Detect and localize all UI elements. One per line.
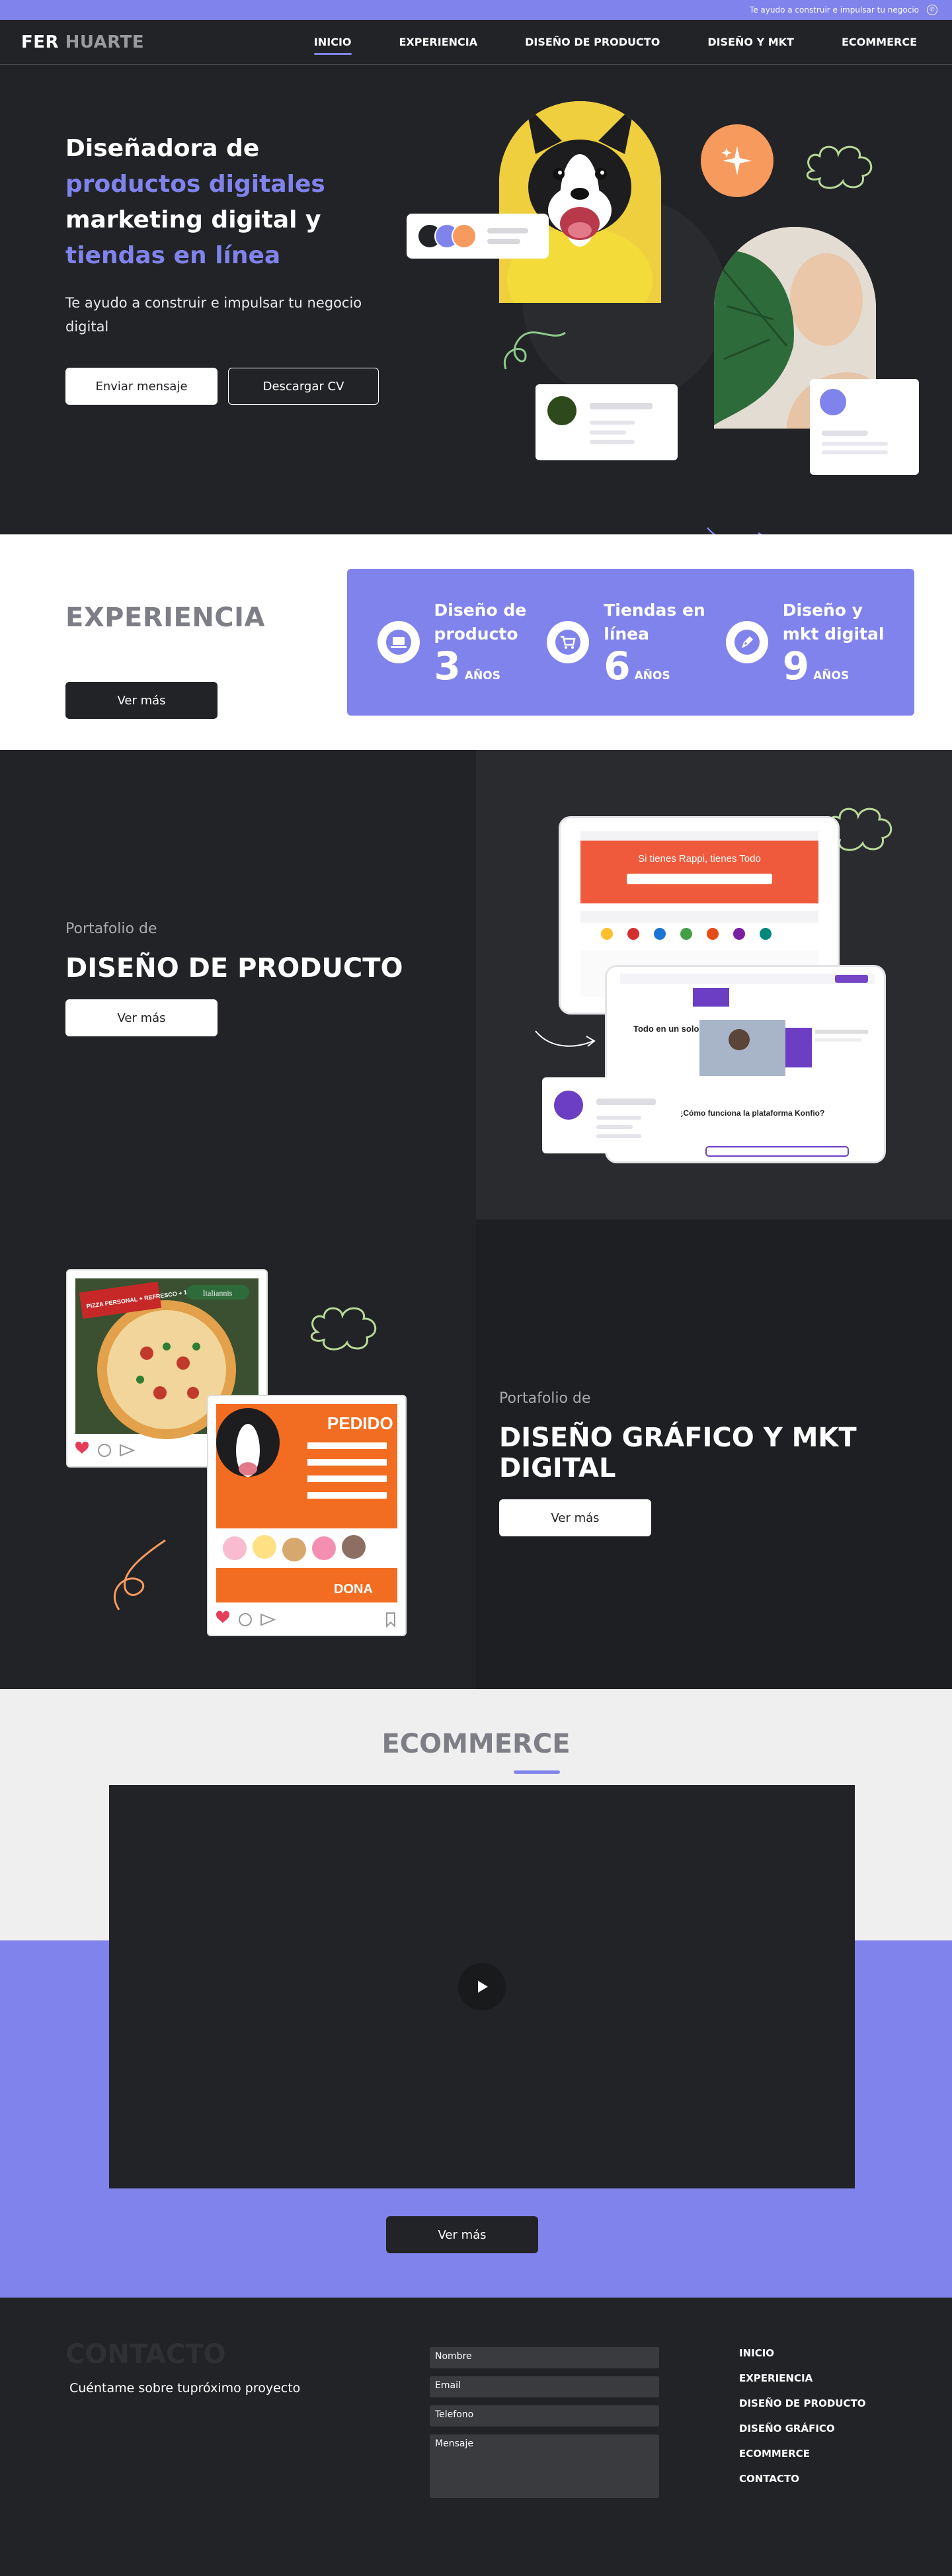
hero-text: Diseñadora de productos digitales market… bbox=[65, 131, 409, 405]
swatch-orange bbox=[452, 224, 477, 249]
stat-unit: AÑOS bbox=[813, 669, 850, 683]
logo-first: FER bbox=[21, 32, 60, 52]
email-field[interactable]: Email bbox=[430, 2376, 659, 2397]
product-design-section: Portafolio de DISEÑO DE PRODUCTO Ver más… bbox=[0, 750, 952, 1220]
profile-card-purple bbox=[542, 1077, 681, 1153]
stat-years: 3 bbox=[434, 644, 461, 688]
graphic-more-button[interactable]: Ver más bbox=[499, 1499, 651, 1536]
graphic-design-section: PIZZA PERSONAL + REFRESCO + 1 JUGUETE It… bbox=[0, 1220, 952, 1689]
laptop-icon bbox=[377, 621, 420, 663]
mock2-question: ¿Cómo funciona la plataforma Konfio? bbox=[678, 1108, 824, 1118]
ecommerce-title: ECOMMERCE bbox=[381, 1729, 571, 1759]
hero-line-4: tiendas en línea bbox=[65, 242, 281, 269]
squiggle-doodle-icon bbox=[114, 1539, 166, 1610]
hero-line-1: Diseñadora de bbox=[65, 135, 260, 162]
hero-section: Diseñadora de productos digitales market… bbox=[0, 65, 952, 544]
footer-link-ecommerce[interactable]: ECOMMERCE bbox=[739, 2448, 865, 2460]
ecommerce-section: ECOMMERCE Ver más bbox=[0, 1689, 952, 2298]
stat-label: línea bbox=[604, 624, 650, 644]
graphic-mockups: PIZZA PERSONAL + REFRESCO + 1 JUGUETE It… bbox=[0, 1220, 476, 1689]
title-underline bbox=[514, 1770, 560, 1774]
hero-title: Diseñadora de productos digitales market… bbox=[65, 131, 409, 274]
top-promo-bar: Te ayudo a construir e impulsar tu negoc… bbox=[0, 0, 952, 20]
graphic-title: DISEÑO GRÁFICO Y MKT DIGITAL bbox=[499, 1423, 857, 1483]
stat-label: mkt digital bbox=[782, 624, 885, 644]
phone-field[interactable]: Telefono bbox=[430, 2405, 659, 2427]
stat-label: Diseño y bbox=[782, 601, 863, 620]
nav-item-diseno-mkt[interactable]: DISEÑO Y MKT bbox=[707, 33, 794, 51]
message-field[interactable]: Mensaje bbox=[430, 2434, 659, 2498]
whatsapp-icon[interactable]: ✆ bbox=[927, 5, 937, 15]
experience-more-button[interactable]: Ver más bbox=[65, 682, 218, 719]
donut-footer: DONA bbox=[334, 1582, 373, 1597]
play-icon[interactable] bbox=[458, 1963, 506, 2011]
color-palette-card bbox=[407, 214, 549, 259]
download-cv-button[interactable]: Descargar CV bbox=[228, 368, 379, 405]
footer-link-diseno-producto[interactable]: DISEÑO DE PRODUCTO bbox=[739, 2397, 865, 2409]
product-more-button[interactable]: Ver más bbox=[65, 999, 218, 1036]
stat-years: 6 bbox=[604, 644, 631, 688]
product-text: Portafolio de DISEÑO DE PRODUCTO Ver más bbox=[65, 921, 403, 1036]
logo-second: HUARTE bbox=[65, 32, 145, 52]
donut-title: PEDIDO bbox=[327, 1413, 393, 1433]
logo[interactable]: FER HUARTE bbox=[21, 32, 144, 52]
promo-text: Te ayudo a construir e impulsar tu negoc… bbox=[749, 5, 919, 15]
stat-label: producto bbox=[434, 624, 518, 644]
graphic-pretitle: Portafolio de bbox=[499, 1390, 591, 1407]
cloud-doodle-icon bbox=[806, 145, 873, 189]
pen-icon bbox=[725, 621, 768, 663]
stat-years: 9 bbox=[782, 644, 810, 688]
footer-link-contacto[interactable]: CONTACTO bbox=[739, 2473, 865, 2485]
sparkle-badge bbox=[701, 124, 774, 197]
stat-product-design: Diseño de producto 3 AÑOS bbox=[377, 599, 527, 688]
product-mockups: Si tienes Rappi, tienes Todo Todo en un … bbox=[476, 750, 952, 1220]
pizza-brand: Italiannis bbox=[203, 1288, 233, 1298]
contact-title: CONTACTO bbox=[65, 2339, 226, 2370]
experience-stats: Diseño de producto 3 AÑOS Tiendas en líne… bbox=[347, 569, 914, 716]
stat-label: Diseño de bbox=[434, 601, 527, 620]
nav-item-diseno-producto[interactable]: DISEÑO DE PRODUCTO bbox=[525, 33, 660, 51]
stat-label: Tiendas en bbox=[604, 601, 705, 620]
hero-line-3: marketing digital y bbox=[65, 206, 321, 233]
experience-title: EXPERIENCIA bbox=[65, 602, 265, 633]
product-title: DISEÑO DE PRODUCTO bbox=[65, 953, 403, 983]
mock1-headline: Si tienes Rappi, tienes Todo bbox=[638, 853, 761, 864]
footer-menu: INICIO EXPERIENCIA DISEÑO DE PRODUCTO DI… bbox=[739, 2347, 865, 2485]
nav-item-inicio[interactable]: INICIO bbox=[313, 33, 352, 55]
footer-link-inicio[interactable]: INICIO bbox=[739, 2347, 865, 2359]
nav-item-experiencia[interactable]: EXPERIENCIA bbox=[399, 33, 478, 51]
stat-online-stores: Tiendas en línea 6 AÑOS bbox=[547, 599, 705, 686]
stat-unit: AÑOS bbox=[464, 669, 500, 683]
dog-photo bbox=[499, 101, 661, 303]
nav-item-ecommerce[interactable]: ECOMMERCE bbox=[842, 33, 917, 51]
name-field[interactable]: Nombre bbox=[430, 2347, 659, 2368]
footer-link-experiencia[interactable]: EXPERIENCIA bbox=[739, 2372, 865, 2384]
cloud-doodle-icon bbox=[310, 1307, 377, 1350]
profile-card-green bbox=[536, 384, 678, 460]
donut-post: PEDIDO DONA bbox=[207, 1395, 407, 1636]
send-message-button[interactable]: Enviar mensaje bbox=[65, 368, 218, 405]
footer-link-diseno-grafico[interactable]: DISEÑO GRÁFICO bbox=[739, 2423, 865, 2434]
video-player[interactable] bbox=[109, 1785, 855, 2188]
stat-digital-marketing: Diseño y mkt digital 9 AÑOS bbox=[725, 599, 885, 688]
contact-subtitle: Cuéntame sobre tupróximo proyecto bbox=[69, 2381, 301, 2395]
stat-unit: AÑOS bbox=[634, 669, 670, 683]
experience-section: EXPERIENCIA Ver más Diseño de producto 3… bbox=[0, 534, 952, 750]
graphic-text: Portafolio de DISEÑO GRÁFICO Y MKT DIGIT… bbox=[499, 1390, 952, 1536]
arrow-doodle-icon bbox=[535, 1030, 596, 1047]
hero-subtitle: Te ayudo a construir e impulsar tu negoc… bbox=[65, 295, 362, 335]
cart-icon bbox=[547, 621, 590, 663]
main-navbar: FER HUARTE INICIO EXPERIENCIA DISEÑO DE … bbox=[0, 20, 952, 65]
sparkle-icon bbox=[721, 146, 752, 175]
squiggle-doodle-icon bbox=[503, 331, 566, 370]
hero-line-2: productos digitales bbox=[65, 171, 325, 198]
nav-menu: INICIO EXPERIENCIA DISEÑO DE PRODUCTO DI… bbox=[313, 33, 931, 55]
product-pretitle: Portafolio de bbox=[65, 921, 157, 937]
contact-section: CONTACTO Cuéntame sobre tupróximo proyec… bbox=[0, 2298, 952, 2573]
ecommerce-more-button[interactable]: Ver más bbox=[386, 2216, 538, 2253]
profile-card-purple bbox=[810, 379, 919, 475]
contact-form: Nombre Email Telefono Mensaje bbox=[430, 2347, 659, 2498]
